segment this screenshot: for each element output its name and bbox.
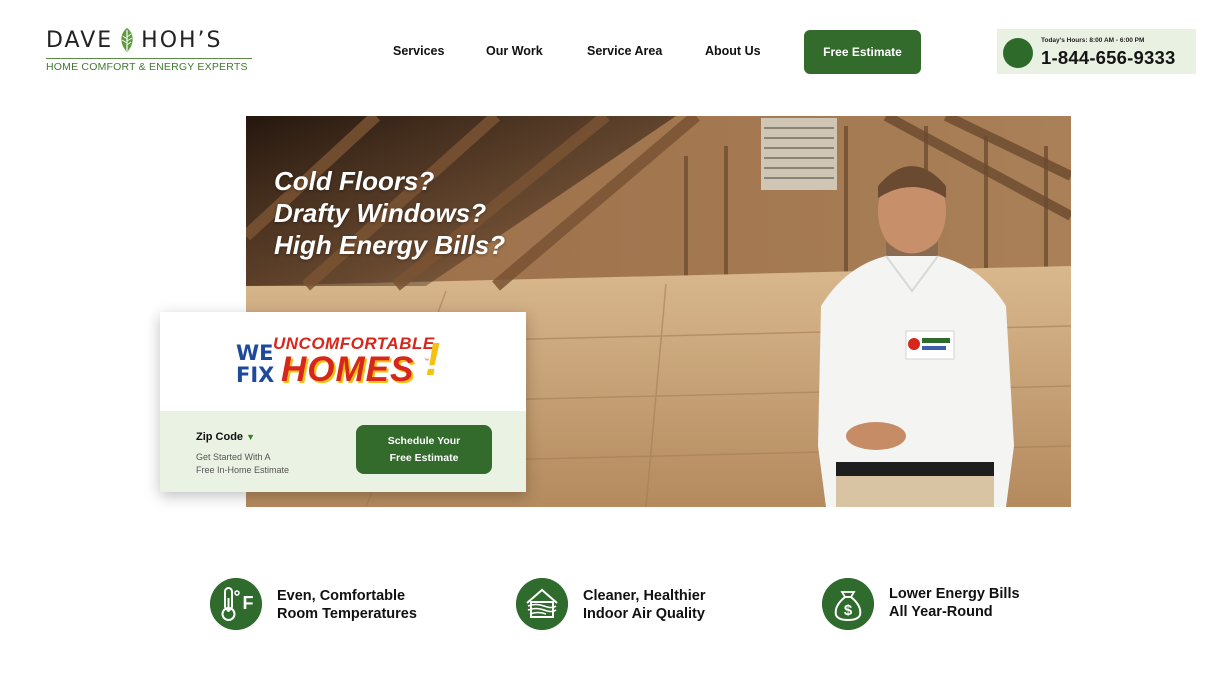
schedule-button-line-1: Schedule Your <box>387 434 461 447</box>
feature-temperature-line-2: Room Temperatures <box>277 606 417 622</box>
headline-line-3: High Energy Bills? <box>274 230 506 260</box>
feature-temperature-text: Even, Comfortable Room Temperatures <box>277 587 417 623</box>
nav-about-us[interactable]: About Us <box>705 44 761 58</box>
phone-number[interactable]: 1-844-656-9333 <box>1041 47 1175 69</box>
zip-subtext-line-1: Get Started With A <box>196 452 271 462</box>
house-air-icon <box>516 578 568 630</box>
feature-energy-line-1: Lower Energy Bills <box>889 586 1020 602</box>
money-bag-icon: $ <box>822 578 874 630</box>
logo-fix: FIX <box>236 363 275 387</box>
zip-code-dropdown[interactable]: Zip Code ▼ <box>196 431 255 443</box>
svg-text:$: $ <box>844 602 853 619</box>
schedule-button-line-2: Free Estimate <box>389 451 459 464</box>
logo-divider <box>46 58 252 59</box>
business-hours: Today’s Hours: 8:00 AM - 6:00 PM <box>1041 37 1145 44</box>
feature-air-quality-text: Cleaner, Healthier Indoor Air Quality <box>583 587 706 623</box>
svg-text:F: F <box>243 593 254 613</box>
logo-name-left: DAVE <box>46 27 114 53</box>
logo-wordmark: DAVE HOH’S <box>46 24 252 56</box>
feature-energy-bills-text: Lower Energy Bills All Year-Round <box>889 585 1020 621</box>
headline-line-1: Cold Floors? <box>274 166 435 196</box>
thermometer-icon: F <box>210 578 262 630</box>
phone-icon <box>1003 38 1033 68</box>
logo-tagline: HOME COMFORT & ENERGY EXPERTS <box>46 61 248 73</box>
zip-section: Zip Code ▼ Get Started With A Free In-Hom… <box>160 411 526 492</box>
leaf-icon <box>121 28 133 52</box>
feature-air-line-2: Indoor Air Quality <box>583 606 705 622</box>
logo-name-right: HOH’S <box>141 27 223 53</box>
free-estimate-button[interactable]: Free Estimate <box>804 30 921 74</box>
nav-service-area[interactable]: Service Area <box>587 44 662 58</box>
campaign-logo: WE FIX UNCOMFORTABLE HOMES ! ™ <box>160 312 526 411</box>
brand-logo[interactable]: DAVE HOH’S HOME COMFORT & ENERGY EXPERTS <box>46 24 252 76</box>
zip-code-label: Zip Code <box>196 431 244 443</box>
feature-temperature-line-1: Even, Comfortable <box>277 588 406 604</box>
chevron-down-icon: ▼ <box>246 432 255 442</box>
logo-homes: HOMES <box>281 350 415 389</box>
zip-subtext: Get Started With A Free In-Home Estimate <box>196 451 289 477</box>
trademark-mark: ™ <box>424 358 429 364</box>
headline-line-2: Drafty Windows? <box>274 198 487 228</box>
nav-our-work[interactable]: Our Work <box>486 44 543 58</box>
schedule-estimate-button[interactable]: Schedule Your Free Estimate <box>356 425 492 474</box>
hero-headline: Cold Floors? Drafty Windows? High Energy… <box>274 165 505 261</box>
phone-contact[interactable]: Today’s Hours: 8:00 AM - 6:00 PM 1-844-6… <box>997 29 1196 74</box>
nav-services[interactable]: Services <box>393 44 444 58</box>
feature-air-line-1: Cleaner, Healthier <box>583 588 706 604</box>
feature-energy-line-2: All Year-Round <box>889 604 993 620</box>
estimate-card: WE FIX UNCOMFORTABLE HOMES ! ™ Zip Code ▼… <box>160 312 526 492</box>
logo-we-fix: WE FIX <box>236 342 274 386</box>
logo-we: WE <box>236 341 274 365</box>
zip-subtext-line-2: Free In-Home Estimate <box>196 465 290 475</box>
